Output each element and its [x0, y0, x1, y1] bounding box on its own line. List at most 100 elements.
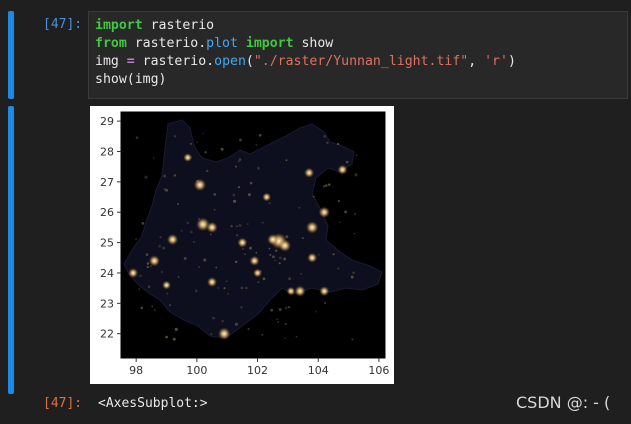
faint-light	[215, 266, 218, 269]
faint-light	[206, 169, 209, 173]
faint-light	[232, 193, 236, 197]
faint-light	[230, 224, 233, 228]
faint-light	[210, 333, 213, 335]
faint-light	[275, 249, 278, 252]
faint-light	[278, 262, 281, 265]
faint-light	[261, 221, 264, 224]
faint-light	[234, 260, 238, 264]
faint-light	[168, 304, 171, 307]
faint-light	[255, 251, 258, 254]
faint-light	[213, 208, 216, 211]
faint-light	[285, 235, 289, 239]
light-point	[318, 206, 330, 218]
y-tick-label: 27	[100, 176, 114, 189]
faint-light	[162, 246, 166, 250]
faint-light	[236, 225, 238, 228]
code-line-2: from rasterio.plot import show	[95, 36, 334, 51]
faint-light	[147, 285, 151, 288]
faint-light	[174, 327, 178, 331]
faint-light	[138, 288, 141, 291]
faint-light	[135, 237, 138, 241]
faint-light	[255, 144, 258, 146]
faint-light	[287, 305, 291, 309]
faint-light	[234, 165, 238, 168]
faint-light	[247, 193, 251, 197]
faint-light	[283, 257, 287, 261]
faint-light	[196, 141, 198, 144]
faint-light	[337, 199, 340, 203]
light-point	[307, 252, 318, 263]
faint-light	[173, 174, 177, 177]
code-cell-editor[interactable]: import rasterio from rasterio.plot impor…	[88, 11, 628, 99]
faint-light	[173, 331, 176, 333]
faint-light	[337, 267, 340, 270]
faint-light	[284, 322, 287, 326]
output-prompt: [47]:	[43, 396, 83, 411]
faint-light	[190, 230, 193, 234]
faint-light	[317, 253, 320, 256]
faint-light	[241, 247, 245, 250]
faint-light	[350, 275, 354, 279]
faint-light	[274, 259, 276, 262]
light-point	[253, 268, 262, 278]
faint-light	[177, 202, 180, 205]
faint-light	[163, 174, 167, 178]
faint-light	[315, 310, 318, 313]
plot-output: 98 100 102 104 106 29 28 27 26 25 24 23 22	[90, 106, 394, 384]
faint-light	[146, 266, 149, 269]
light-point	[305, 221, 319, 234]
x-tick-label: 106	[368, 364, 389, 377]
faint-light	[189, 142, 192, 145]
faint-light	[276, 318, 279, 321]
faint-light	[144, 175, 148, 179]
faint-light	[324, 301, 327, 305]
light-point	[294, 285, 306, 297]
cell-focus-bar-output[interactable]	[8, 106, 14, 394]
code-line-3: img = rasterio.open("./raster/Yunnan_lig…	[95, 54, 516, 69]
faint-light	[271, 255, 275, 259]
faint-light	[323, 135, 327, 138]
faint-light	[220, 147, 224, 151]
cell-focus-bar-input[interactable]	[8, 11, 14, 99]
y-tick-label: 28	[100, 145, 114, 158]
faint-light	[152, 156, 155, 159]
faint-light	[172, 337, 176, 341]
faint-light	[198, 217, 200, 220]
faint-light	[262, 277, 266, 281]
faint-light	[197, 265, 201, 269]
y-tick-label: 29	[100, 115, 114, 128]
faint-light	[259, 270, 262, 273]
faint-light	[240, 286, 244, 290]
faint-light	[159, 236, 162, 239]
faint-light	[204, 151, 207, 154]
light-point	[278, 239, 292, 252]
faint-light	[165, 292, 169, 295]
faint-light	[257, 281, 260, 284]
faint-light	[320, 211, 323, 215]
faint-light	[300, 272, 302, 275]
faint-light	[240, 306, 243, 309]
faint-light	[248, 246, 252, 250]
faint-light	[212, 316, 215, 320]
faint-light	[244, 253, 246, 255]
light-point	[262, 192, 272, 202]
faint-light	[351, 338, 354, 341]
faint-light	[237, 186, 240, 189]
faint-light	[352, 271, 355, 274]
faint-light	[278, 308, 282, 312]
faint-light	[345, 160, 349, 164]
x-tick-label: 98	[129, 364, 143, 377]
faint-light	[324, 184, 328, 187]
faint-light	[237, 160, 240, 163]
faint-light	[288, 277, 292, 281]
faint-light	[353, 212, 357, 216]
raster-plot: 98 100 102 104 106 29 28 27 26 25 24 23 22	[100, 111, 389, 377]
faint-light	[268, 202, 271, 205]
faint-light	[354, 173, 358, 177]
faint-light	[238, 138, 243, 142]
y-tick-label: 22	[100, 328, 114, 341]
faint-light	[145, 253, 149, 256]
y-tick-label: 26	[100, 206, 114, 219]
x-tick-label: 104	[308, 364, 329, 377]
faint-light	[202, 132, 204, 135]
